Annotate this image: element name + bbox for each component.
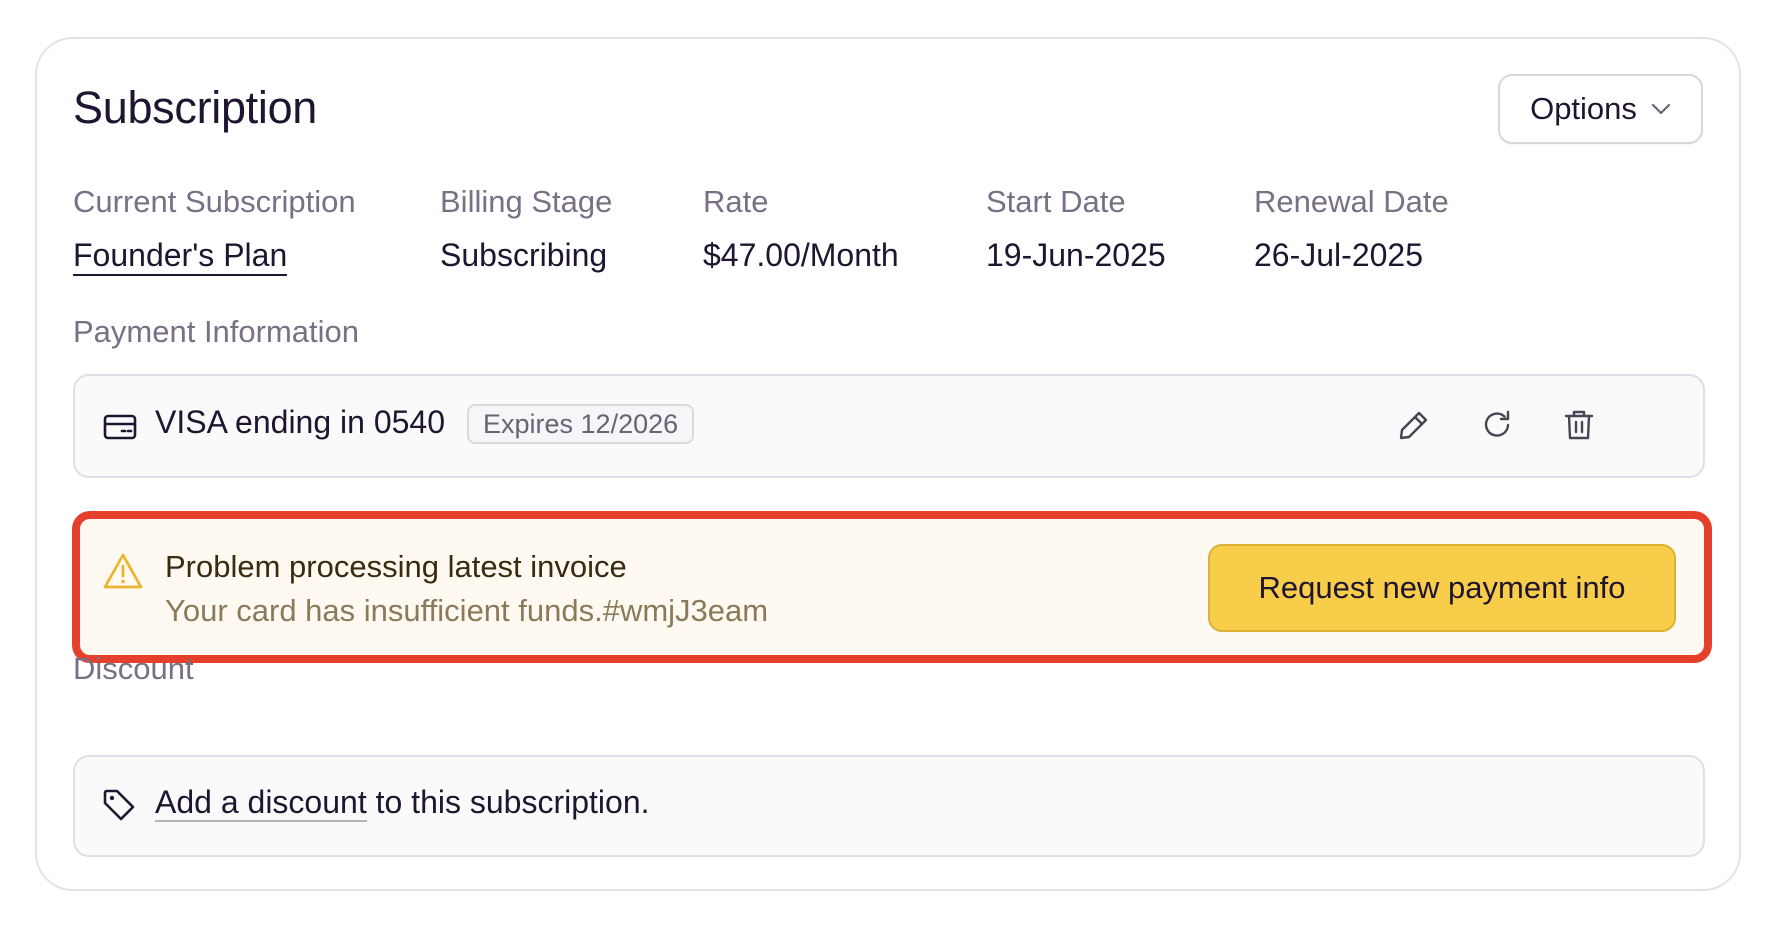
page-title: Subscription [73, 82, 318, 133]
summary-label: Billing Stage [440, 184, 613, 219]
subscription-summary: Current Subscription Founder's Plan Bill… [73, 182, 1713, 282]
trash-icon[interactable] [1560, 406, 1598, 444]
summary-value: 19-Jun-2025 [986, 237, 1166, 273]
card-description: VISA ending in 0540 [155, 404, 446, 440]
summary-value: Subscribing [440, 237, 608, 273]
chevron-down-icon [1651, 103, 1671, 115]
discount-section-label: Discount [73, 651, 194, 686]
summary-renewal-date: Renewal Date 26-Jul-2025 [1254, 182, 1449, 275]
refresh-icon[interactable] [1478, 406, 1516, 444]
discount-suffix: to this subscription. [366, 784, 650, 820]
warning-icon [102, 552, 144, 595]
summary-current-subscription: Current Subscription Founder's Plan [73, 182, 356, 276]
summary-label: Current Subscription [73, 184, 356, 219]
credit-card-icon [103, 414, 137, 445]
tag-icon [101, 787, 137, 828]
summary-rate: Rate $47.00/Month [703, 182, 899, 275]
alert-description: Your card has insufficient funds.#wmjJ3e… [165, 593, 769, 628]
summary-value: 26-Jul-2025 [1254, 237, 1423, 273]
discount-box: Add a discount to this subscription. [73, 755, 1705, 857]
summary-start-date: Start Date 19-Jun-2025 [986, 182, 1166, 275]
summary-value: $47.00/Month [703, 237, 899, 273]
summary-label: Rate [703, 184, 769, 219]
payment-method-box: VISA ending in 0540 Expires 12/2026 [73, 374, 1705, 478]
edit-icon[interactable] [1395, 406, 1433, 444]
invoice-problem-alert: Problem processing latest invoice Your c… [72, 511, 1712, 663]
plan-link[interactable]: Founder's Plan [73, 237, 288, 276]
subscription-card: Subscription Options Current Subscriptio… [35, 37, 1741, 891]
summary-billing-stage: Billing Stage Subscribing [440, 182, 612, 275]
summary-label: Start Date [986, 184, 1126, 219]
alert-title: Problem processing latest invoice [165, 549, 627, 584]
payment-section-label: Payment Information [73, 314, 360, 349]
expiry-badge: Expires 12/2026 [467, 404, 695, 444]
discount-text: Add a discount to this subscription. [155, 784, 650, 822]
request-payment-info-button[interactable]: Request new payment info [1208, 544, 1676, 632]
options-button[interactable]: Options [1498, 74, 1703, 144]
options-label: Options [1530, 91, 1637, 126]
add-discount-link[interactable]: Add a discount [155, 784, 367, 822]
summary-label: Renewal Date [1254, 184, 1449, 219]
